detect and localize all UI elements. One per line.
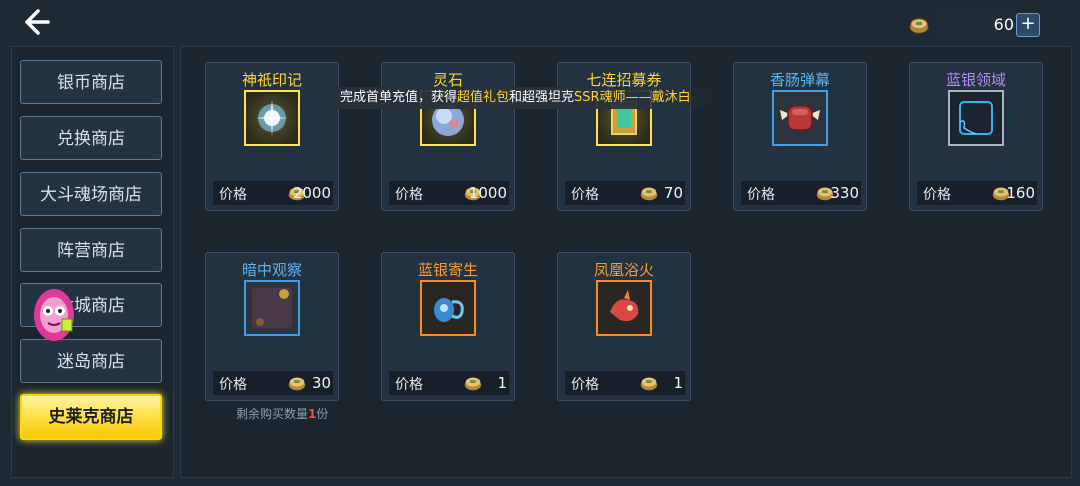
banner-text-1: 完成首单充值，获得 <box>340 90 458 105</box>
shop-item-card[interactable]: 香肠弹幕 价格 330 <box>733 62 867 211</box>
gold-coin-icon <box>640 377 658 391</box>
divine-seal-icon <box>244 90 300 146</box>
item-name: 神祇印记 <box>241 71 302 89</box>
shop-item-card[interactable]: 蓝银领域 价格 160 <box>909 62 1043 211</box>
item-name: 暗中观察 <box>241 261 302 279</box>
price-value: 2000 <box>292 184 331 202</box>
sidebar-item-arena-shop[interactable]: 大斗魂场商店 <box>20 172 162 216</box>
price-bar: 价格 30 <box>213 371 333 395</box>
sidebar-item-label: 阵营商店 <box>57 241 125 261</box>
promo-banner[interactable]: 完成首单充值，获得超值礼包和超强坦克SSR魂师——戴沐白 <box>336 87 720 109</box>
item-name: 凤凰浴火 <box>593 261 654 279</box>
secret-observe-icon <box>244 280 300 336</box>
sidebar-item-label: 迷岛商店 <box>57 352 125 372</box>
price-bar: 价格 160 <box>917 181 1037 205</box>
gold-coin-icon <box>464 377 482 391</box>
item-name: 香肠弹幕 <box>769 71 830 89</box>
price-value: 70 <box>663 184 683 202</box>
bluesilver-domain-icon <box>948 90 1004 146</box>
shop-item-card[interactable]: 蓝银寄生 价格 1 <box>381 252 515 401</box>
floating-mascot-icon[interactable] <box>32 285 76 345</box>
price-bar: 价格 70 <box>565 181 685 205</box>
price-value: 1000 <box>468 184 507 202</box>
remaining-purchases: 剩余购买数量1份 <box>236 405 328 422</box>
back-button[interactable] <box>22 8 54 36</box>
bluesilver-parasite-icon <box>420 280 476 336</box>
sidebar-item-faction-shop[interactable]: 阵营商店 <box>20 228 162 272</box>
currency-display: 60 + <box>908 10 1040 38</box>
sidebar-item-label: 史莱克商店 <box>48 407 134 427</box>
sidebar-item-shrek-shop[interactable]: 史莱克商店 <box>20 394 162 440</box>
gold-coin-icon <box>909 18 929 34</box>
currency-amount: 60 <box>993 15 1014 34</box>
price-bar: 价格 2000 <box>213 181 333 205</box>
price-value: 160 <box>1006 184 1035 202</box>
banner-text-2: 和超强坦克 <box>509 90 575 105</box>
sidebar-item-silver-shop[interactable]: 银币商店 <box>20 60 162 104</box>
sausage-barrage-icon <box>772 90 828 146</box>
shop-item-card[interactable]: 七连招募券 价格 70 <box>557 62 691 211</box>
sidebar-item-label: 银币商店 <box>57 73 125 93</box>
phoenix-fire-icon <box>596 280 652 336</box>
price-label: 价格 <box>395 377 423 393</box>
price-bar: 价格 330 <box>741 181 861 205</box>
shop-item-card[interactable]: 凤凰浴火 价格 1 <box>557 252 691 401</box>
banner-highlight-1: 超值礼包 <box>457 90 510 105</box>
back-arrow-icon <box>25 9 50 35</box>
price-value: 330 <box>830 184 859 202</box>
shop-sidebar: 银币商店 兑换商店 大斗魂场商店 阵营商店 七城商店 迷岛商店 史莱克商店 <box>11 46 174 478</box>
item-name: 蓝银领域 <box>945 71 1006 89</box>
price-value: 1 <box>497 374 507 392</box>
shop-item-card[interactable]: 灵石 价格 1000 <box>381 62 515 211</box>
shop-item-card[interactable]: 神祇印记 价格 2000 <box>205 62 339 211</box>
gold-coin-icon <box>640 187 658 201</box>
plus-icon: + <box>1020 13 1036 34</box>
price-label: 价格 <box>219 187 247 203</box>
price-label: 价格 <box>219 377 247 393</box>
price-value: 1 <box>673 374 683 392</box>
remaining-suffix: 份 <box>316 407 329 421</box>
price-label: 价格 <box>747 187 775 203</box>
sidebar-item-label: 兑换商店 <box>57 129 125 149</box>
price-value: 30 <box>311 374 331 392</box>
price-label: 价格 <box>923 187 951 203</box>
price-label: 价格 <box>571 187 599 203</box>
remaining-prefix: 剩余购买数量 <box>236 407 309 421</box>
sidebar-item-exchange-shop[interactable]: 兑换商店 <box>20 116 162 160</box>
shop-item-grid: 神祇印记 价格 2000 灵石 价格 1000 七连招募券 价格 70 香肠弹幕… <box>180 46 1072 478</box>
add-currency-button[interactable]: + <box>1016 13 1040 37</box>
price-label: 价格 <box>571 377 599 393</box>
item-name: 蓝银寄生 <box>417 261 478 279</box>
price-bar: 价格 1 <box>565 371 685 395</box>
banner-highlight-2: SSR魂师——戴沐白 <box>574 90 691 105</box>
price-bar: 价格 1 <box>389 371 509 395</box>
gold-coin-icon <box>288 377 306 391</box>
price-label: 价格 <box>395 187 423 203</box>
price-bar: 价格 1000 <box>389 181 509 205</box>
sidebar-item-label: 大斗魂场商店 <box>40 185 142 205</box>
sidebar-item-maze-island-shop[interactable]: 迷岛商店 <box>20 339 162 383</box>
shop-item-card[interactable]: 暗中观察 价格 30 <box>205 252 339 401</box>
